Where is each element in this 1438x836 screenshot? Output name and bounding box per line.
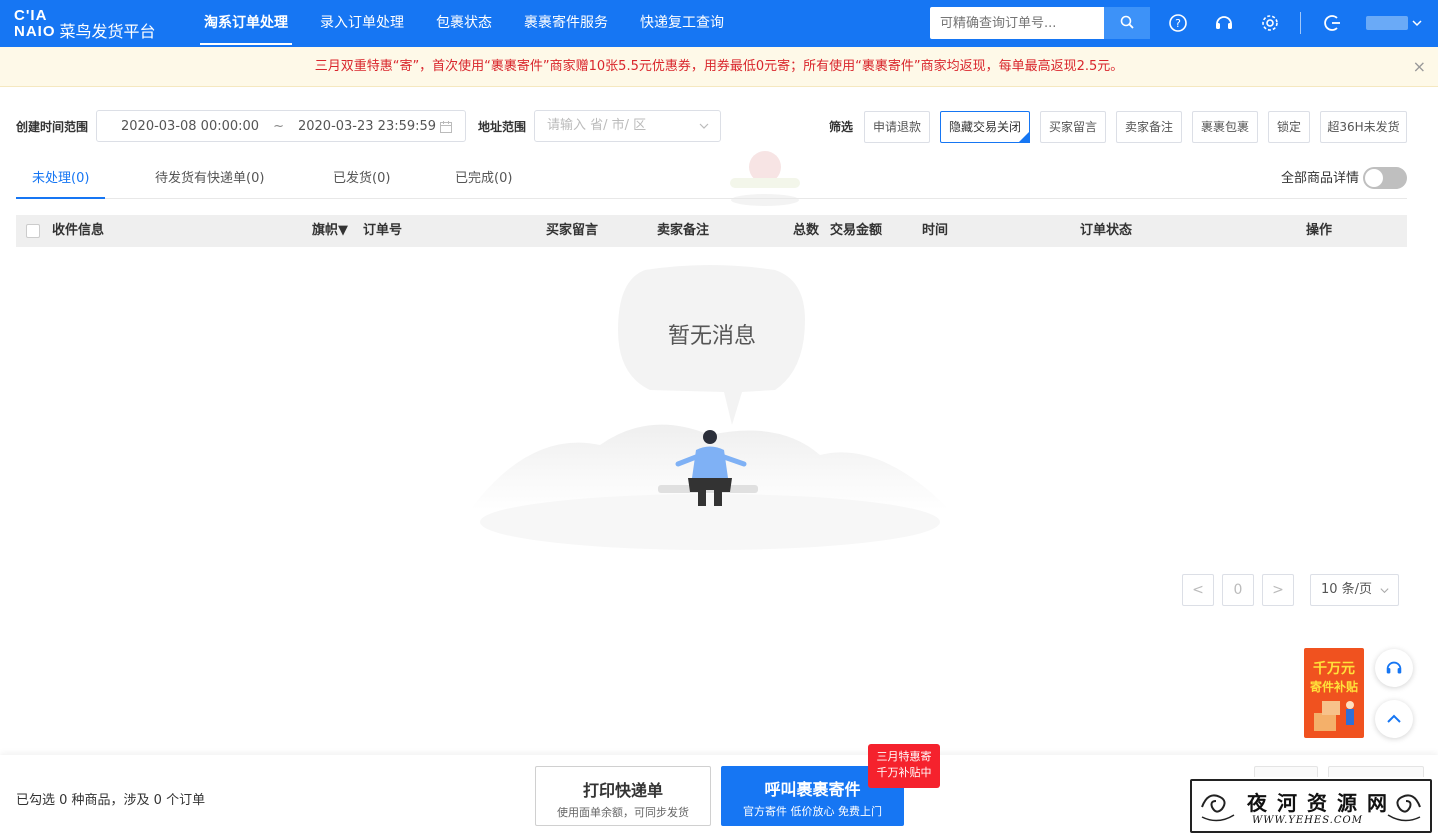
nav-item-entry-orders[interactable]: 录入订单处理 [308,0,416,47]
chip-locked[interactable]: 锁定 [1268,111,1310,143]
col-amount: 交易金额 [830,223,883,238]
tab-pending-with-waybill[interactable]: 待发货有快递单(0) [155,160,264,199]
promo-notice: 三月双重特惠“寄”，首次使用“裹裹寄件”商家赠10张5.5元优惠券，用券最低0元… [0,47,1438,87]
date-end: 2020-03-23 23:59:59 [297,118,437,134]
headset-icon [1386,661,1402,674]
print-title: 打印快递单 [582,781,663,800]
created-time-label: 创建时间范围 [16,120,89,134]
chip-refund-requested[interactable]: 申请退款 [864,111,930,143]
chip-seller-note[interactable]: 卖家备注 [1116,111,1182,143]
selection-summary: 已勾选 0 种商品，涉及 0 个订单 [16,793,206,808]
print-waybill-button[interactable]: 打印快递单 使用面单余额，可同步发货 [535,766,711,826]
close-icon[interactable]: × [1413,47,1426,87]
package-illustration [1314,701,1354,731]
col-actions: 操作 [1306,223,1333,238]
logo-mark: C'IA NAIO [14,8,56,40]
address-cascader[interactable]: 请输入 省/ 市/ 区 [534,110,721,142]
nav-divider [1300,12,1301,34]
col-receiver-info: 收件信息 [52,223,105,238]
notice-text: 三月双重特惠“寄”，首次使用“裹裹寄件”商家赠10张5.5元优惠券，用券最低0元… [314,59,1124,74]
nav-item-package-status[interactable]: 包裹状态 [424,0,504,47]
ad-line2: 寄件补贴 [1309,680,1358,694]
date-separator: ~ [273,118,284,134]
subsidy-ad-banner[interactable]: 千万元 寄件补贴 [1304,648,1364,738]
brand-name: 菜鸟发货平台 [59,22,156,41]
empty-illustration [470,265,950,550]
watermark-en: WWW.YEHES.COM [1252,815,1363,826]
nav-item-guoguo-service[interactable]: 裹裹寄件服务 [512,0,620,47]
customer-service-icon[interactable] [1213,12,1235,34]
user-avatar[interactable] [1366,16,1408,30]
order-search [930,7,1150,39]
logout-icon[interactable] [1322,12,1344,34]
tab-shipped[interactable]: 已发货(0) [333,160,390,199]
tab-completed[interactable]: 已完成(0) [455,160,512,199]
chip-guoguo-package[interactable]: 裹裹包裹 [1192,111,1258,143]
chevron-down-icon [699,123,709,129]
chip-buyer-message[interactable]: 买家留言 [1040,111,1106,143]
logo-mark-bottom: NAIO [14,23,56,40]
logo-mark-top: C'IA [14,7,48,24]
svg-text:?: ? [1175,17,1181,30]
order-tabs: 未处理(0) 待发货有快递单(0) 已发货(0) 已完成(0) 全部商品详情 [16,160,1407,199]
tab-unprocessed[interactable]: 未处理(0) [16,160,106,199]
col-quantity: 总数 [793,223,820,238]
address-range-label: 地址范围 [478,120,527,134]
swirl-ornament-icon [1201,794,1235,822]
print-subtitle: 使用面单余额，可同步发货 [557,806,689,819]
prev-page-button[interactable]: < [1182,574,1214,606]
promo-line1: 三月特惠寄 [876,750,932,763]
chevron-down-icon[interactable] [1411,17,1423,29]
filter-label: 筛选 [829,120,854,134]
col-order-no: 订单号 [363,223,403,238]
chip-hide-closed[interactable]: 隐藏交易关闭 [940,111,1030,143]
product-detail-toggle[interactable] [1363,167,1407,189]
page-size-select[interactable]: 10 条/页 [1310,574,1399,606]
next-page-button[interactable]: > [1262,574,1294,606]
help-icon[interactable]: ? [1167,12,1189,34]
empty-message: 暂无消息 [667,324,756,349]
logo[interactable]: C'IA NAIO 菜鸟发货平台 [14,6,184,42]
col-time: 时间 [922,223,949,238]
search-input[interactable] [930,7,1104,39]
col-order-status: 订单状态 [1080,223,1133,238]
toggle-knob [1365,169,1383,187]
search-icon [1120,15,1134,29]
settings-icon[interactable] [1259,12,1281,34]
chevron-up-icon [1387,714,1401,723]
back-to-top-button[interactable] [1375,700,1413,738]
col-seller-note: 卖家备注 [657,223,710,238]
chip-over-36h[interactable]: 超36H未发货 [1320,111,1407,143]
pagination: < 0 > 10 条/页 [0,574,1438,606]
watermark-cn: 夜河资源网 [1247,791,1397,815]
search-button[interactable] [1104,7,1150,39]
customer-service-float-button[interactable] [1375,649,1413,687]
order-table-header: 收件信息 旗帜▼ 订单号 买家留言 卖家备注 总数 交易金额 时间 订单状态 操… [16,215,1407,247]
top-bar: C'IA NAIO 菜鸟发货平台 淘系订单处理 录入订单处理 包裹状态 裹裹寄件… [0,0,1438,47]
date-range-picker[interactable]: 2020-03-08 00:00:00 ~ 2020-03-23 23:59:5… [96,110,466,142]
call-subtitle: 官方寄件 低价放心 免费上门 [743,805,882,818]
promo-badge: 三月特惠寄 千万补贴中 [868,744,940,788]
chevron-down-icon [1380,588,1389,594]
site-watermark: 夜河资源网 WWW.YEHES.COM [1190,779,1432,833]
col-buyer-message: 买家留言 [546,223,599,238]
product-detail-toggle-label: 全部商品详情 [1280,171,1359,186]
col-flag[interactable]: 旗帜▼ [312,215,348,247]
page-size-value: 10 条/页 [1321,582,1373,597]
address-placeholder: 请输入 省/ 市/ 区 [547,118,647,133]
select-all-checkbox[interactable] [26,224,40,238]
empty-state: 暂无消息 [460,260,960,560]
ad-line1: 千万元 [1313,661,1355,677]
calendar-icon [440,121,452,133]
promo-line2: 千万补贴中 [876,766,932,779]
filter-bar: 创建时间范围 2020-03-08 00:00:00 ~ 2020-03-23 … [0,110,1438,144]
page-number[interactable]: 0 [1222,574,1254,606]
nav-item-taobao-orders[interactable]: 淘系订单处理 [192,0,300,47]
nav-item-resume-query[interactable]: 快递复工查询 [628,0,736,47]
date-start: 2020-03-08 00:00:00 [121,118,260,134]
main-nav: 淘系订单处理 录入订单处理 包裹状态 裹裹寄件服务 快递复工查询 [192,0,744,47]
